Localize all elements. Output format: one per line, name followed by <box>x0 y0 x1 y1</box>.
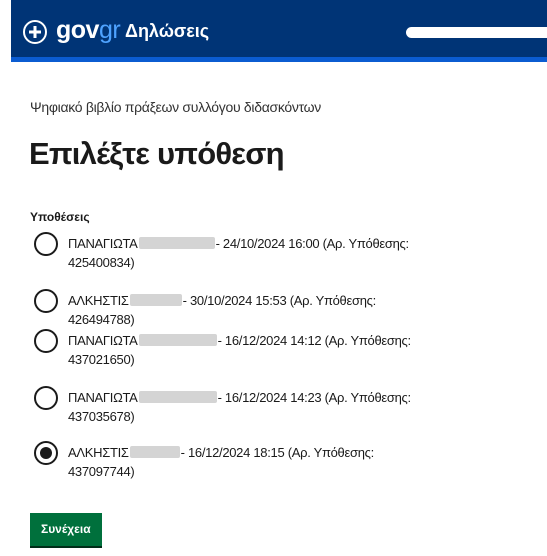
case-holder-name: ΠΑΝΑΓΙΩΤΑ <box>68 236 138 251</box>
page-title: Επιλέξτε υπόθεση <box>29 136 285 171</box>
case-option-label: ΑΛΚΗΣΤΙΣ - 16/12/2024 18:15 (Αρ. Υπόθεσης… <box>68 443 428 481</box>
redacted-surname <box>138 237 215 249</box>
continue-button[interactable]: Συνέχεια <box>30 513 102 548</box>
case-option-label: ΠΑΝΑΓΙΩΤΑ - 24/10/2024 16:00 (Αρ. Υπόθεση… <box>68 234 428 272</box>
logo-text-gr: gr <box>98 16 121 44</box>
radio-button[interactable] <box>34 232 58 256</box>
header-redacted-area <box>406 27 547 38</box>
redacted-surname <box>138 334 217 346</box>
case-holder-name: ΑΛΚΗΣΤΙΣ <box>68 445 129 460</box>
radio-button[interactable] <box>34 386 58 410</box>
radio-button-selected[interactable] <box>34 441 58 465</box>
case-option-label: ΑΛΚΗΣΤΙΣ - 30/10/2024 15:53 (Αρ. Υπόθεσης… <box>68 291 428 329</box>
page-caption: Ψηφιακό βιβλίο πράξεων συλλόγου διδασκόν… <box>30 99 321 115</box>
case-holder-name: ΑΛΚΗΣΤΙΣ <box>68 293 129 308</box>
case-holder-name: ΠΑΝΑΓΙΩΤΑ <box>68 333 138 348</box>
header-service-title[interactable]: Δηλώσεις <box>125 20 209 42</box>
redacted-surname <box>129 294 182 306</box>
radio-button[interactable] <box>34 329 58 353</box>
redacted-surname <box>129 446 180 458</box>
options-legend: Υποθέσεις <box>30 210 90 224</box>
govgr-logo[interactable]: govgr <box>56 16 121 44</box>
greek-emblem-icon <box>23 20 47 44</box>
logo-text-gov: gov <box>56 16 99 44</box>
case-option-label: ΠΑΝΑΓΙΩΤΑ - 16/12/2024 14:23 (Αρ. Υπόθεση… <box>68 388 428 426</box>
site-header: govgr Δηλώσεις <box>11 0 547 62</box>
case-holder-name: ΠΑΝΑΓΙΩΤΑ <box>68 390 138 405</box>
redacted-surname <box>138 391 217 403</box>
case-option-label: ΠΑΝΑΓΙΩΤΑ - 16/12/2024 14:12 (Αρ. Υπόθεση… <box>68 331 428 369</box>
radio-button[interactable] <box>34 289 58 313</box>
